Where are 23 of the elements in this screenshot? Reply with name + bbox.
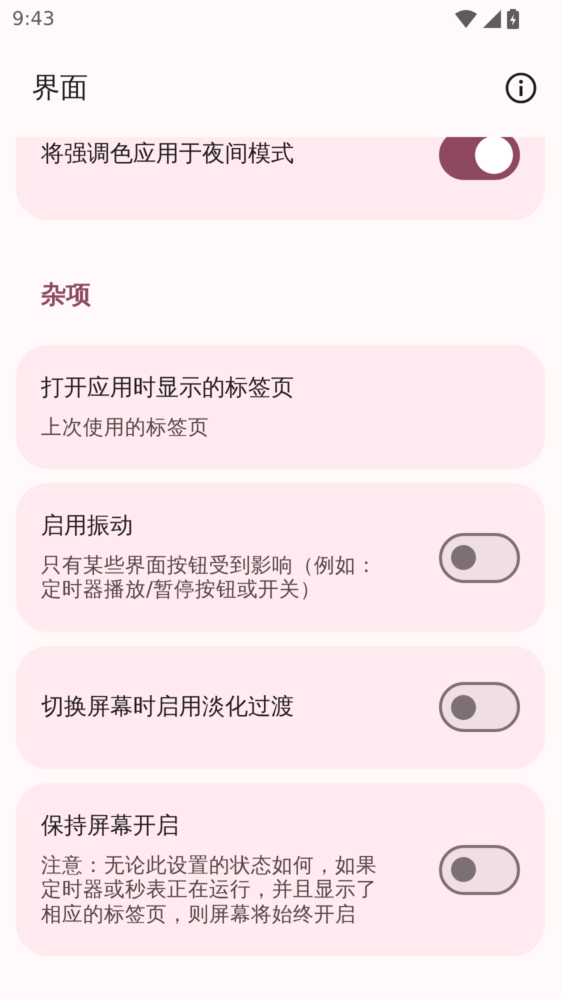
wifi-icon bbox=[455, 10, 477, 28]
toggle-switch[interactable] bbox=[439, 844, 520, 895]
toggle-switch[interactable] bbox=[439, 682, 520, 732]
setting-summary: 上次使用的标签页 bbox=[41, 414, 210, 440]
setting-title: 切换屏幕时启用淡化过渡 bbox=[41, 694, 295, 722]
setting-card[interactable]: 保持屏幕开启 注意：无论此设置的状态如何，如果定时器或秒表正在运行，并且显示了相应的标签页，则屏幕将始终开启 bbox=[16, 782, 545, 956]
section-header: 杂项 bbox=[40, 279, 92, 311]
setting-title: 将强调色应用于夜间模式 bbox=[41, 141, 295, 169]
setting-card[interactable]: 切换屏幕时启用淡化过渡 bbox=[16, 646, 545, 769]
setting-summary: 只有某些界面按钮受到影响（例如：定时器播放/暂停按钮或开关） bbox=[41, 552, 378, 602]
status-time: 9:43 bbox=[12, 8, 55, 30]
toggle-switch[interactable] bbox=[439, 137, 520, 180]
setting-card[interactable]: 将强调色应用于夜间模式 bbox=[16, 137, 545, 220]
setting-title: 保持屏幕开启 bbox=[41, 812, 180, 841]
setting-summary: 注意：无论此设置的状态如何，如果定时器或秒表正在运行，并且显示了相应的标签页，则屏幕将始终开启 bbox=[41, 852, 378, 926]
app-bar-title: 界面 bbox=[32, 70, 88, 106]
setting-title: 打开应用时显示的标签页 bbox=[41, 375, 295, 403]
setting-card[interactable]: 启用振动 只有某些界面按钮受到影响（例如：定时器播放/暂停按钮或开关） bbox=[16, 483, 545, 632]
signal-icon bbox=[483, 10, 501, 28]
setting-title: 启用振动 bbox=[41, 513, 134, 541]
battery-icon bbox=[507, 9, 519, 29]
toggle-switch[interactable] bbox=[439, 532, 520, 583]
setting-card[interactable]: 打开应用时显示的标签页 上次使用的标签页 bbox=[16, 345, 545, 470]
